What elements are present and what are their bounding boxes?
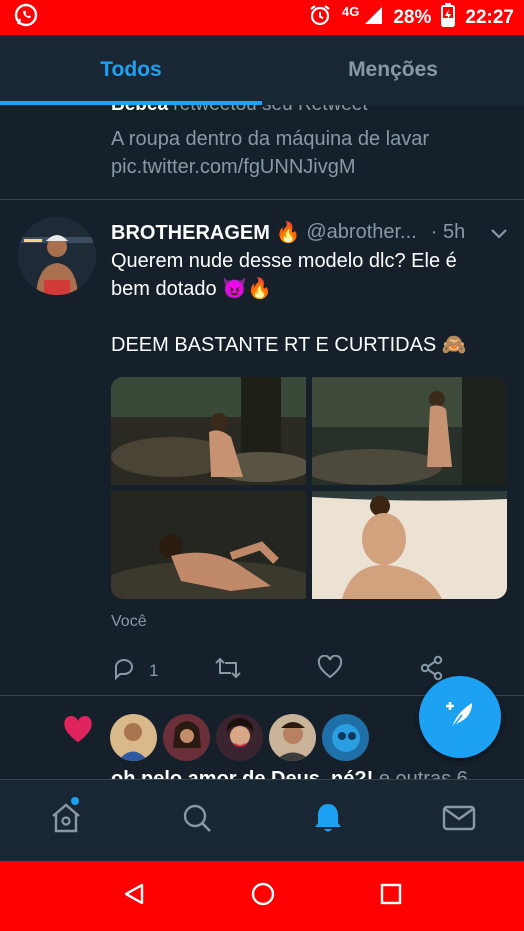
- nav-search[interactable]: [131, 780, 262, 861]
- tweet-photo[interactable]: [312, 377, 507, 485]
- tweet-media-grid: [111, 377, 507, 599]
- alarm-icon: [308, 3, 332, 33]
- retweet-actor[interactable]: Bebea: [111, 105, 168, 115]
- retweet-icon: [214, 655, 242, 686]
- tweet-actions: 1: [111, 654, 451, 684]
- bottom-navigation: [0, 779, 524, 861]
- retweet-button[interactable]: [214, 655, 242, 686]
- battery-charging-icon: [441, 2, 456, 33]
- media-tag-label[interactable]: Você: [111, 613, 147, 631]
- tweet-photo[interactable]: [111, 377, 306, 485]
- tweet-text-line: Querem nude desse modelo dlc? Ele é: [111, 250, 457, 272]
- avatar[interactable]: [163, 714, 210, 761]
- tweet-photo[interactable]: [111, 491, 306, 599]
- retweet-action: retweetou seu Retweet: [168, 105, 367, 115]
- reply-icon: [111, 655, 137, 686]
- search-icon: [181, 802, 213, 839]
- liker-avatars: [110, 714, 369, 761]
- tweet-header: BROTHERAGEM 🔥 @abrother... · 5h: [111, 217, 511, 247]
- reply-count: 1: [149, 660, 159, 680]
- liker-name[interactable]: oh pelo amor de Deus, né?!: [111, 768, 373, 779]
- notification-tabs: Todos Menções: [0, 35, 524, 105]
- clock: 22:27: [465, 6, 514, 28]
- nav-messages[interactable]: [393, 780, 524, 861]
- tab-todos[interactable]: Todos: [0, 35, 262, 105]
- signal-icon: [363, 5, 383, 31]
- system-navigation-bar: [0, 861, 524, 931]
- compose-tweet-button[interactable]: [419, 676, 501, 758]
- retweeted-text-line: A roupa dentro da máquina de lavar: [111, 128, 429, 150]
- battery-percent: 28%: [393, 6, 432, 28]
- tweet-author-handle[interactable]: @abrother...: [306, 221, 416, 244]
- nav-home[interactable]: [0, 780, 131, 861]
- heart-filled-icon: [62, 715, 94, 750]
- network-type: 4G: [342, 4, 360, 19]
- avatar[interactable]: [269, 714, 316, 761]
- messages-icon: [442, 804, 476, 837]
- tweet-author-name[interactable]: BROTHERAGEM 🔥: [111, 220, 300, 245]
- new-content-dot: [71, 797, 79, 805]
- retweeted-tweet-text[interactable]: A roupa dentro da máquina de lavar pic.t…: [111, 125, 429, 181]
- whatsapp-icon: [14, 3, 38, 32]
- heart-outline-icon: [317, 654, 343, 684]
- divider: [0, 199, 524, 200]
- tweet-text: Querem nude desse modelo dlc? Ele é bem …: [111, 247, 501, 359]
- notifications-icon: [312, 801, 344, 840]
- liker-others: e outras 6: [373, 768, 468, 779]
- nav-notifications[interactable]: [262, 780, 393, 861]
- status-bar: 4G 28% 22:27: [0, 0, 524, 35]
- like-notification-text[interactable]: oh pelo amor de Deus, né?! e outras 6: [111, 768, 468, 779]
- chevron-down-icon[interactable]: [488, 222, 520, 249]
- home-circle-icon[interactable]: [251, 882, 275, 911]
- tweet-text-line: bem dotado 😈🔥: [111, 278, 272, 300]
- avatar[interactable]: [322, 714, 369, 761]
- tweet-photo[interactable]: [312, 491, 507, 599]
- like-button[interactable]: [317, 654, 343, 684]
- retweeted-link[interactable]: pic.twitter.com/fgUNNJivgM: [111, 153, 429, 181]
- tab-mencoes[interactable]: Menções: [262, 35, 524, 105]
- tweet-text-line: DEEM BASTANTE RT E CURTIDAS 🙈: [111, 334, 467, 356]
- recents-icon[interactable]: [380, 883, 402, 910]
- retweet-notification-header: Bebea retweetou seu Retweet: [111, 105, 368, 116]
- back-icon[interactable]: [122, 882, 146, 911]
- tweet-timestamp: · 5h: [430, 220, 466, 243]
- avatar[interactable]: [110, 714, 157, 761]
- reply-button[interactable]: 1: [111, 655, 158, 686]
- home-icon: [49, 801, 83, 840]
- avatar[interactable]: [216, 714, 263, 761]
- compose-feather-icon: [442, 697, 478, 738]
- tweet-author-avatar[interactable]: [18, 217, 96, 295]
